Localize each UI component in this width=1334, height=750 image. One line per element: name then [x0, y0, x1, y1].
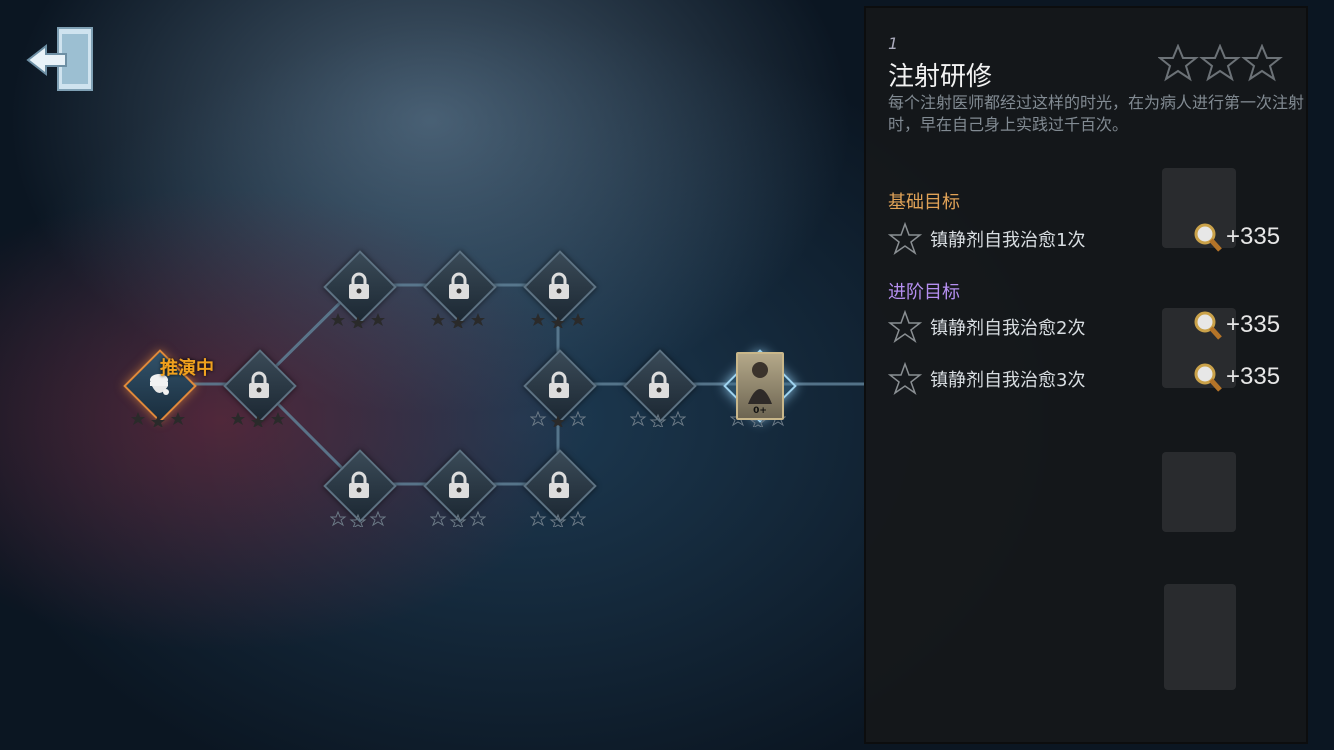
- goal-reward: +335: [1226, 311, 1281, 338]
- lock-icon: [349, 272, 369, 299]
- goal-reward: +335: [1226, 223, 1281, 250]
- star-icon: [888, 362, 922, 395]
- goal-row: 镇静剂自我治愈3次 +335: [888, 360, 1288, 396]
- star-icon: [888, 310, 922, 343]
- lock-icon: [349, 471, 369, 498]
- level-index: 1: [888, 34, 899, 53]
- star-rating: [231, 412, 285, 427]
- star-rating: [630, 411, 686, 427]
- star-rating: [331, 313, 385, 328]
- level-star-rating: [1158, 44, 1283, 82]
- character-portrait-icon: [748, 362, 772, 404]
- level-description: 每个注射医师都经过这样的时光，在为病人进行第一次注射时，早在自己身上实践过千百次…: [888, 93, 1305, 134]
- goal-row: 镇静剂自我治愈1次 +335: [888, 220, 1288, 256]
- lock-icon: [649, 371, 669, 398]
- back-door-icon: [26, 27, 93, 91]
- star-rating: [330, 511, 386, 527]
- star-rating: [530, 511, 586, 527]
- node-locked[interactable]: [322, 249, 397, 328]
- star-rating: [131, 412, 185, 427]
- lock-icon: [449, 272, 469, 299]
- goal-reward: +335: [1226, 363, 1281, 390]
- lock-icon: [549, 471, 569, 498]
- advanced-goals-heading: 进阶目标: [888, 282, 960, 303]
- goal-text: 镇静剂自我治愈2次: [930, 318, 1086, 339]
- magnifier-icon: [1194, 363, 1222, 392]
- magnifier-icon: [1194, 223, 1222, 252]
- star-icon: [888, 222, 922, 255]
- node-locked[interactable]: [522, 249, 597, 328]
- card-label: 0+: [753, 406, 767, 416]
- star-rating: [430, 511, 486, 527]
- magnifier-icon: [1194, 311, 1222, 340]
- star-rating: [531, 313, 585, 328]
- character-card[interactable]: 0+: [736, 352, 784, 420]
- node-locked[interactable]: [322, 448, 397, 527]
- lock-icon: [449, 471, 469, 498]
- level-info-panel: 1 注射研修 每个注射医师都经过这样的时光，在为病人进行第一次注射时，早在自己身…: [864, 6, 1308, 744]
- node-locked[interactable]: [522, 348, 597, 427]
- node-locked[interactable]: [422, 448, 497, 527]
- goal-row: 镇静剂自我治愈2次 +335: [888, 308, 1288, 344]
- lock-icon: [249, 371, 269, 398]
- goal-text: 镇静剂自我治愈3次: [930, 370, 1086, 391]
- lock-icon: [549, 272, 569, 299]
- basic-goals-heading: 基础目标: [888, 192, 960, 213]
- node-locked[interactable]: [422, 249, 497, 328]
- goal-text: 镇静剂自我治愈1次: [930, 230, 1086, 251]
- back-button[interactable]: [22, 22, 98, 98]
- node-locked[interactable]: [522, 448, 597, 527]
- star-rating: [530, 411, 586, 427]
- node-locked[interactable]: [222, 348, 297, 427]
- star-rating: [431, 313, 485, 328]
- level-title: 注射研修: [888, 62, 993, 92]
- lock-icon: [549, 371, 569, 398]
- node-status-label: 推演中: [160, 358, 214, 379]
- node-locked[interactable]: [622, 348, 697, 427]
